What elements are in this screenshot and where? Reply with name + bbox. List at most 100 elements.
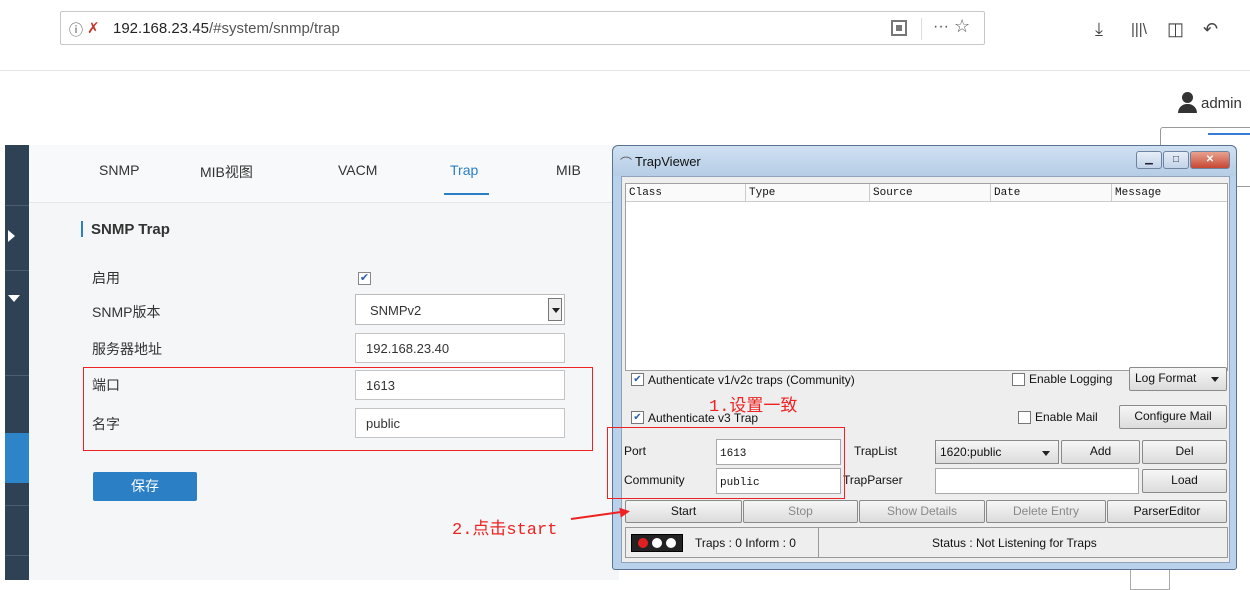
url-host: 192.168.23.45: [113, 20, 209, 37]
highlight-box-trapviewer: [607, 427, 845, 499]
sidebar-active-item[interactable]: [5, 433, 29, 483]
enable-logging-checkbox[interactable]: [1012, 373, 1025, 386]
tab-vacm[interactable]: VACM: [338, 162, 377, 178]
insecure-lock-icon[interactable]: ✗: [87, 19, 100, 37]
annotation-step1-num: 1.: [709, 398, 730, 417]
trapviewer-title: TrapViewer: [635, 154, 701, 169]
active-tab-indicator: [444, 193, 489, 195]
annotation-step2-num: 2.: [452, 521, 473, 540]
section-accent-bar: [81, 221, 83, 237]
load-button[interactable]: Load: [1142, 469, 1227, 493]
collapse-arrow-icon[interactable]: [8, 295, 20, 302]
sidebar-divider: [5, 505, 29, 506]
more-icon[interactable]: ···: [933, 18, 949, 36]
back-arrow-icon[interactable]: ↶: [1203, 19, 1218, 40]
annotation-arrowhead: [619, 506, 631, 518]
stop-button[interactable]: Stop: [743, 500, 858, 523]
trapviewer-titlebar[interactable]: ⌒ TrapViewer ▁ □ ✕: [613, 146, 1236, 176]
column-header-type[interactable]: Type: [746, 184, 870, 202]
status-divider: [818, 528, 819, 557]
sidebar-divider: [5, 555, 29, 556]
maximize-icon[interactable]: □: [1163, 151, 1189, 169]
status-text: Status : Not Listening for Traps: [932, 536, 1097, 550]
trap-counts: Traps : 0 Inform : 0: [695, 536, 796, 550]
version-value: SNMPv2: [370, 303, 422, 318]
trapviewer-window: ⌒ TrapViewer ▁ □ ✕ Class Type Source Dat…: [612, 145, 1237, 570]
column-header-class[interactable]: Class: [626, 184, 746, 202]
enable-checkbox[interactable]: ✔: [358, 272, 371, 285]
chevron-down-icon[interactable]: [548, 298, 562, 321]
admin-username[interactable]: admin: [1201, 95, 1242, 112]
close-icon[interactable]: ✕: [1190, 151, 1230, 169]
enable-logging-label: Enable Logging: [1029, 372, 1113, 386]
column-header-date[interactable]: Date: [991, 184, 1112, 202]
auth-v1v2c-label: Authenticate v1/v2c traps (Community): [648, 373, 855, 387]
info-icon[interactable]: ⓘ: [69, 20, 83, 40]
parser-editor-button[interactable]: ParserEditor: [1107, 500, 1227, 523]
left-sidebar: [5, 145, 29, 580]
trapparser-label: TrapParser: [843, 473, 903, 487]
expand-arrow-icon[interactable]: [8, 230, 15, 242]
server-label: 服务器地址: [92, 341, 162, 357]
configure-mail-button[interactable]: Configure Mail: [1119, 405, 1227, 429]
status-bar: Traps : 0 Inform : 0 Status : Not Listen…: [625, 527, 1228, 558]
annotation-step2: 2.点击start: [452, 514, 557, 540]
bookmark-star-icon[interactable]: ☆: [954, 16, 970, 37]
del-button[interactable]: Del: [1142, 440, 1227, 464]
background-popup-accent: [1208, 133, 1250, 135]
trap-table[interactable]: Class Type Source Date Message: [625, 183, 1228, 371]
tab-mib[interactable]: MIB: [556, 162, 581, 178]
delete-entry-button[interactable]: Delete Entry: [986, 500, 1106, 523]
server-address-value: 192.168.23.40: [366, 341, 450, 356]
show-details-button[interactable]: Show Details: [859, 500, 985, 523]
auth-v3-checkbox[interactable]: ✔: [631, 411, 644, 424]
trapparser-field[interactable]: [935, 468, 1139, 494]
library-icon[interactable]: |||\: [1131, 21, 1147, 38]
version-label: SNMP版本: [92, 304, 161, 320]
url-bar[interactable]: ⓘ ✗ 192.168.23.45/#system/snmp/trap ··· …: [60, 11, 985, 45]
enable-label: 启用: [92, 270, 120, 286]
version-select[interactable]: SNMPv2: [355, 294, 565, 325]
sidebar-divider: [5, 205, 29, 206]
start-button[interactable]: Start: [625, 500, 742, 523]
traplist-dropdown[interactable]: 1620:public: [935, 440, 1059, 464]
tab-snmp[interactable]: SNMP: [99, 162, 139, 178]
sidebar-toggle-icon[interactable]: ◫: [1167, 19, 1184, 40]
annotation-step1: 1.设置一致: [709, 391, 797, 417]
annotation-step1-text: 设置一致: [729, 396, 798, 416]
minimize-icon[interactable]: ▁: [1136, 151, 1162, 169]
url-path: /#system/snmp/trap: [208, 20, 340, 37]
section-title: SNMP Trap: [91, 221, 170, 238]
column-header-message[interactable]: Message: [1112, 184, 1227, 202]
auth-v1v2c-checkbox[interactable]: ✔: [631, 373, 644, 386]
light-icon: [652, 538, 662, 548]
tab-trap[interactable]: Trap: [450, 162, 478, 178]
log-format-label: Log Format: [1135, 371, 1197, 385]
divider: [921, 18, 922, 40]
log-format-dropdown[interactable]: Log Format: [1129, 367, 1227, 391]
download-icon[interactable]: ⤓: [1095, 19, 1103, 40]
url-text[interactable]: 192.168.23.45/#system/snmp/trap: [113, 20, 340, 37]
server-address-input[interactable]: 192.168.23.40: [355, 333, 565, 363]
status-lights-icon: [631, 534, 683, 552]
highlight-box-form: [83, 367, 593, 451]
save-button[interactable]: 保存: [93, 472, 197, 501]
user-icon[interactable]: [1176, 92, 1198, 114]
enable-mail-checkbox[interactable]: [1018, 411, 1031, 424]
tab-mib-view[interactable]: MIB视图: [200, 162, 253, 182]
light-icon: [666, 538, 676, 548]
toolbar-divider: [0, 70, 1250, 71]
trapviewer-body: Class Type Source Date Message ✔ Authent…: [621, 176, 1230, 563]
traplist-label: TrapList: [854, 444, 897, 458]
annotation-step2-cn: 点击: [472, 519, 507, 539]
enable-mail-label: Enable Mail: [1035, 410, 1098, 424]
column-header-source[interactable]: Source: [870, 184, 991, 202]
annotation-step2-en: start: [506, 521, 558, 540]
sidebar-divider: [5, 375, 29, 376]
sidebar-divider: [5, 270, 29, 271]
qr-code-icon[interactable]: [891, 20, 907, 36]
chevron-down-icon: [1211, 377, 1219, 382]
add-button[interactable]: Add: [1061, 440, 1140, 464]
app-icon: ⌒: [620, 156, 633, 170]
red-light-icon: [638, 538, 648, 548]
